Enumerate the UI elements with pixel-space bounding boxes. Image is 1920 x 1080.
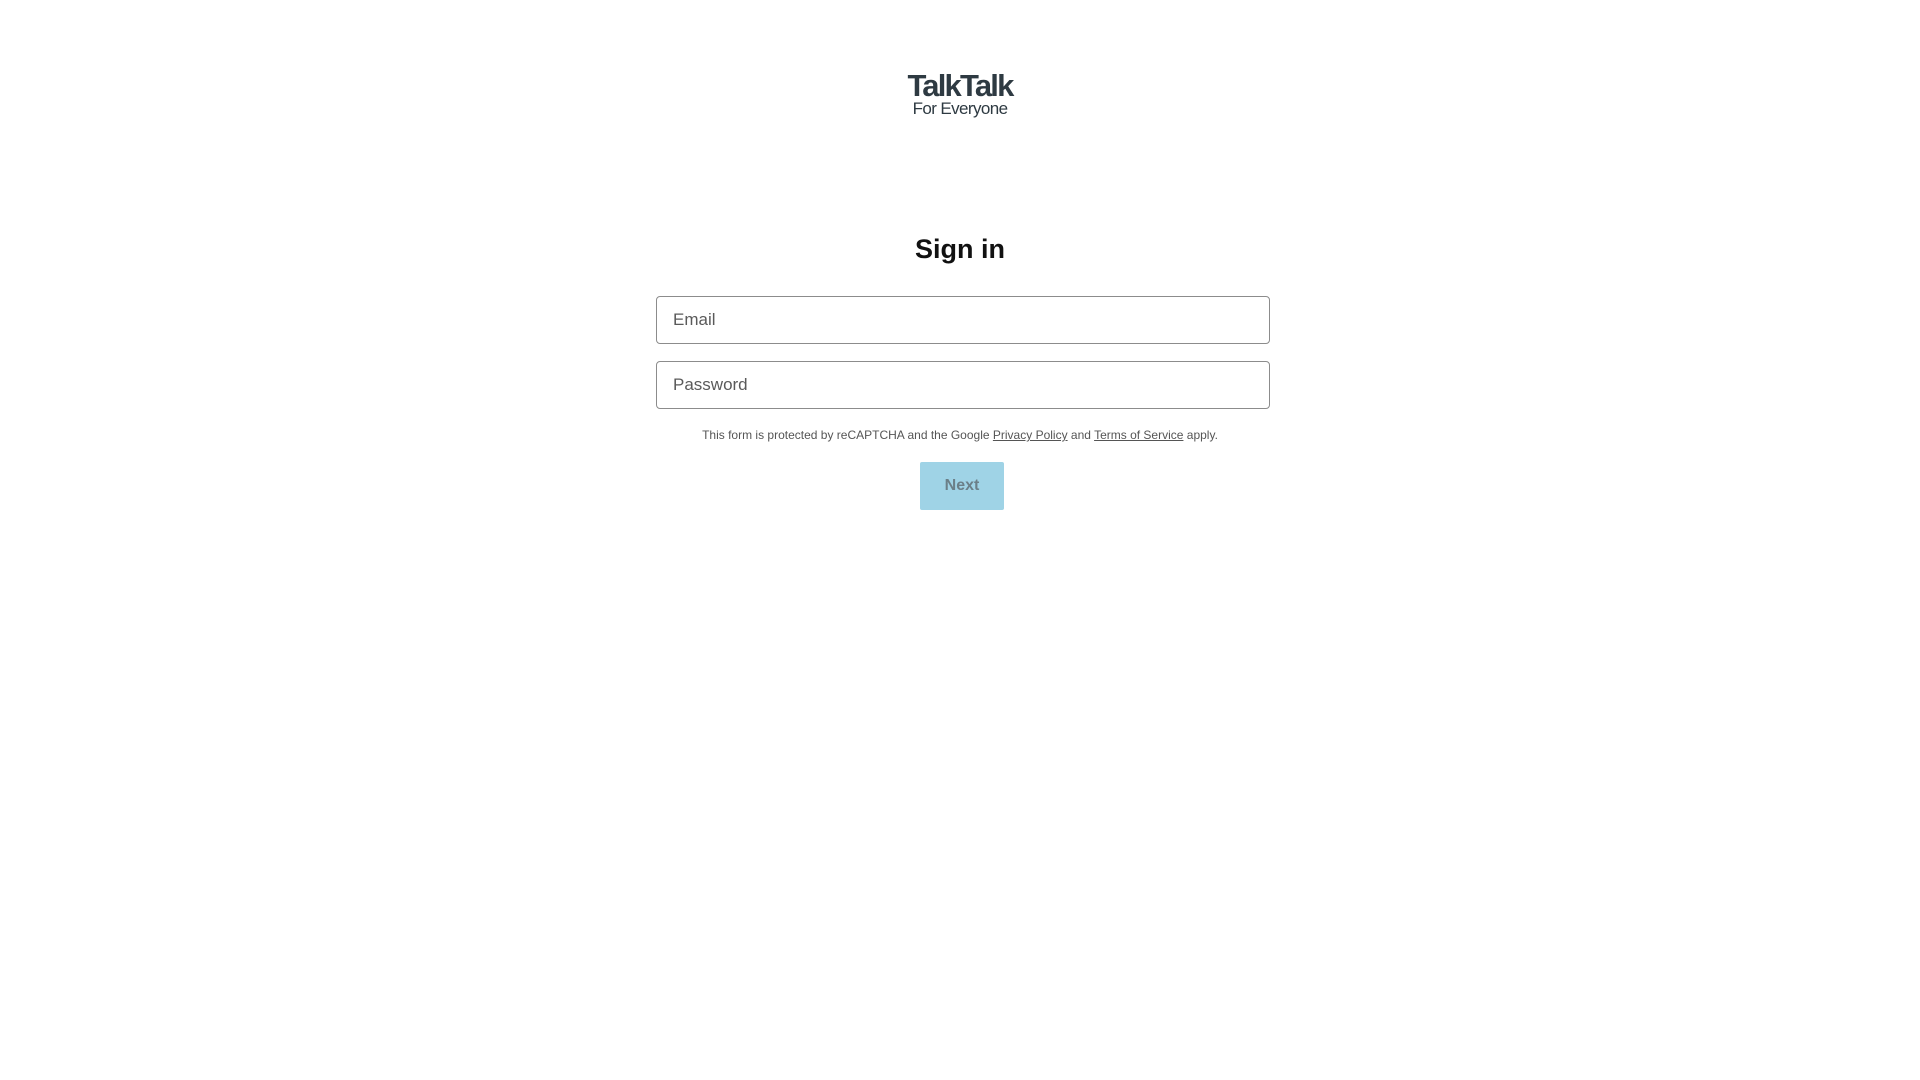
recaptcha-notice-conjunction: and [1070,428,1091,442]
terms-of-service-link[interactable]: Terms of Service [1094,428,1183,442]
email-field[interactable] [656,296,1270,344]
page-title: Sign in [915,234,1005,264]
privacy-policy-link[interactable]: Privacy Policy [993,428,1068,442]
recaptcha-notice-prefix: This form is protected by reCAPTCHA and … [702,428,990,442]
talktalk-logo: TalkTalk For Everyone [0,70,1920,118]
password-field[interactable] [656,361,1270,409]
logo-brand: TalkTalk [907,68,1014,103]
sign-in-page: TalkTalk For Everyone Sign in This form … [0,0,1920,1080]
next-button[interactable]: Next [920,462,1004,510]
recaptcha-notice-suffix: apply. [1186,428,1218,442]
logo-tagline: For Everyone [912,99,1008,118]
recaptcha-notice: This form is protected by reCAPTCHA and … [0,428,1920,442]
